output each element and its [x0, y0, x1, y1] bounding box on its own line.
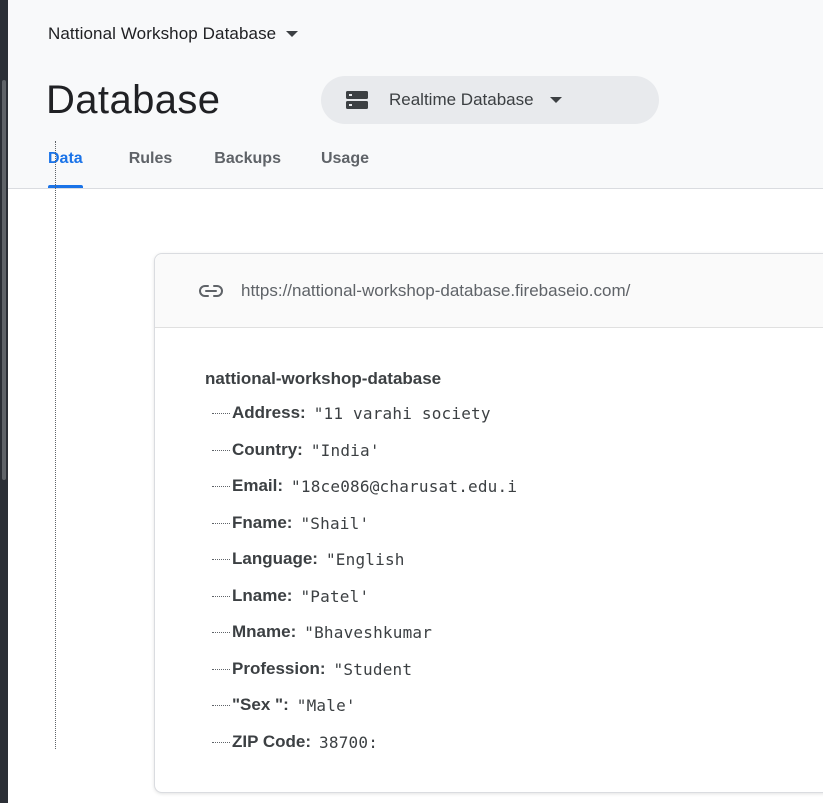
entry-key: Mname [232, 622, 291, 641]
database-selector[interactable]: Realtime Database [321, 76, 659, 124]
entry-separator: : [283, 695, 289, 714]
tree-connector-line [55, 141, 57, 749]
tab-bar: Data Rules Backups Usage [48, 150, 423, 188]
entry-value[interactable]: "18ce086@charusat.edu.i [291, 477, 517, 496]
entry-value[interactable]: "Patel' [300, 587, 369, 606]
tree-entry[interactable]: Fname: "Shail' [211, 511, 369, 535]
tree-entry[interactable]: Profession: "Student [211, 657, 413, 681]
entry-value[interactable]: 38700: [319, 733, 378, 752]
chevron-down-icon [549, 97, 562, 103]
entry-key: ZIP Code [232, 732, 306, 751]
entry-value[interactable]: "11 varahi society [314, 404, 491, 423]
entry-separator: : [290, 622, 297, 641]
database-icon [346, 91, 368, 109]
entry-separator: : [286, 586, 293, 605]
entry-value[interactable]: "Male' [297, 696, 356, 715]
database-url-bar: https://nattional-workshop-database.fire… [155, 254, 823, 328]
tab-rules[interactable]: Rules [129, 150, 173, 188]
tree-entry[interactable]: Lname: "Patel' [211, 584, 369, 608]
entry-value[interactable]: "Student [334, 660, 413, 679]
entry-key: Country [232, 440, 298, 459]
chevron-down-icon [286, 31, 299, 37]
entry-value[interactable]: "India' [311, 441, 380, 460]
entry-key: Email [232, 476, 278, 495]
project-name: Nattional Workshop Database [48, 24, 277, 43]
entry-key: Lname [232, 586, 287, 605]
tree-entry[interactable]: Address: "11 varahi society [212, 401, 491, 425]
link-icon[interactable] [199, 284, 223, 298]
entry-separator: : [297, 440, 303, 459]
entry-separator: : [305, 732, 312, 751]
scrollbar-thumb[interactable] [2, 80, 6, 480]
entry-key: Profession [232, 659, 320, 678]
header-divider [8, 188, 823, 189]
page-title: Database [46, 78, 221, 122]
entry-value[interactable]: "Bhaveshkumar [304, 623, 432, 642]
entry-separator: : [277, 476, 284, 495]
entry-separator: : [319, 659, 326, 678]
database-url[interactable]: https://nattional-workshop-database.fire… [241, 281, 630, 301]
entry-key: Fname [232, 513, 287, 532]
window-left-edge [0, 0, 8, 803]
tree-entry[interactable]: Language: "English [212, 547, 405, 571]
entry-separator: : [286, 513, 293, 532]
tab-usage[interactable]: Usage [321, 150, 369, 188]
project-switcher[interactable]: Nattional Workshop Database [48, 24, 299, 44]
database-selector-label: Realtime Database [389, 90, 534, 109]
entry-key: Address [232, 403, 301, 422]
entry-key: "Sex " [232, 695, 284, 714]
entry-value[interactable]: "Shail' [300, 514, 369, 533]
tree-entry[interactable]: Email: "18ce086@charusat.edu.i [211, 474, 517, 498]
tree-entry[interactable]: "Sex ": "Male' [212, 693, 356, 717]
entry-value[interactable]: "English [326, 550, 405, 569]
tree-entry[interactable]: ZIP Code:38700: [211, 730, 378, 754]
tab-data[interactable]: Data [48, 150, 83, 188]
root-node-key[interactable]: nattional-workshop-database [205, 366, 441, 392]
entry-separator: : [312, 549, 318, 568]
tab-backups[interactable]: Backups [214, 150, 281, 188]
data-tree: nattional-workshop-database [205, 366, 441, 392]
tree-entry[interactable]: Country: "India' [212, 438, 380, 462]
tree-entry[interactable]: Mname: "Bhaveshkumar [211, 620, 432, 644]
entry-key: Language [232, 549, 313, 568]
entry-separator: : [300, 403, 306, 422]
